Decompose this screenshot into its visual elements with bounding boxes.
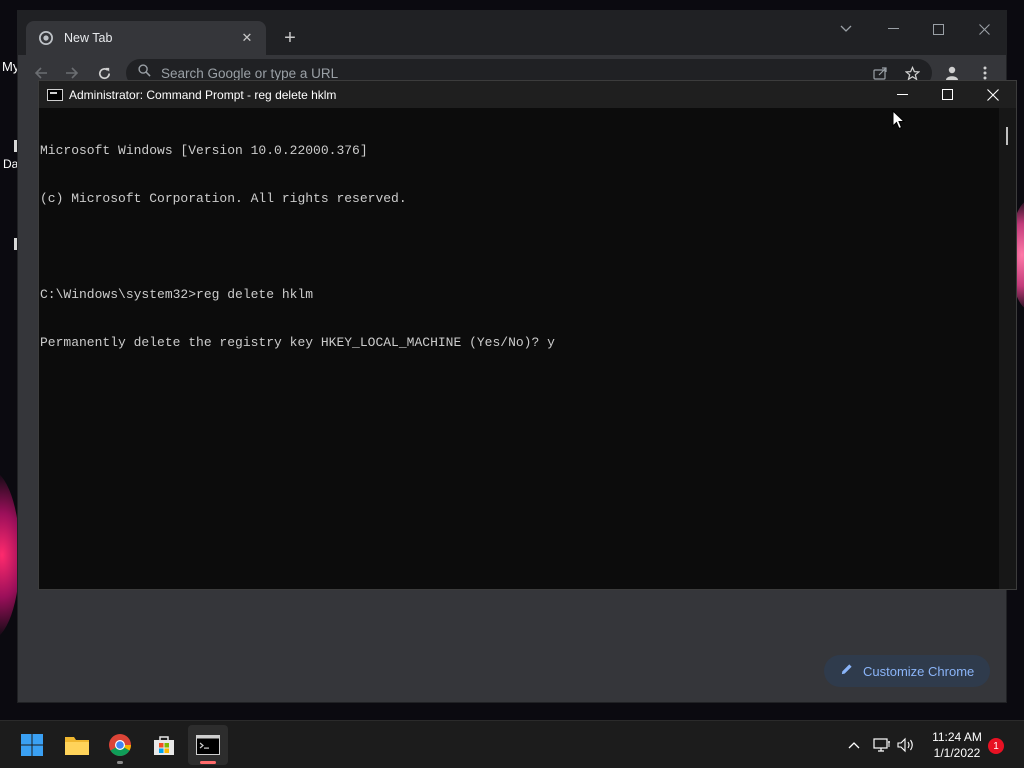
maximize-icon[interactable] bbox=[924, 81, 970, 108]
start-icon bbox=[21, 734, 43, 756]
scrollbar-thumb[interactable] bbox=[1006, 127, 1008, 145]
chevron-up-icon[interactable] bbox=[844, 735, 864, 755]
notification-badge[interactable]: 1 bbox=[988, 738, 1004, 754]
clock-time: 11:24 AM bbox=[932, 730, 982, 744]
terminal-taskbar-button[interactable] bbox=[188, 725, 228, 765]
chrome-taskbar-button[interactable] bbox=[100, 725, 140, 765]
cmd-app-icon bbox=[47, 88, 63, 101]
console-line: C:\Windows\system32>reg delete hklm bbox=[40, 287, 314, 302]
tab-strip: New Tab ✕ + bbox=[18, 11, 1006, 55]
start-button[interactable] bbox=[12, 725, 52, 765]
cmd-window-title: Administrator: Command Prompt - reg dele… bbox=[69, 87, 337, 102]
console-line: Permanently delete the registry key HKEY… bbox=[40, 335, 555, 350]
network-icon[interactable] bbox=[872, 735, 892, 755]
system-clock[interactable]: 11:24 AM 1/1/2022 bbox=[924, 729, 990, 761]
close-icon[interactable] bbox=[970, 81, 1016, 108]
tab-search-icon[interactable] bbox=[833, 18, 859, 40]
file-explorer-button[interactable] bbox=[57, 725, 97, 765]
file-explorer-icon bbox=[65, 737, 89, 755]
tab-new-tab[interactable]: New Tab ✕ bbox=[26, 21, 266, 55]
maximize-icon[interactable] bbox=[925, 18, 951, 40]
pencil-icon bbox=[840, 663, 853, 679]
store-button[interactable] bbox=[144, 725, 184, 765]
close-icon[interactable] bbox=[971, 18, 997, 40]
console-line: Microsoft Windows [Version 10.0.22000.37… bbox=[40, 143, 368, 158]
customize-chrome-button[interactable]: Customize Chrome bbox=[824, 655, 990, 687]
terminal-icon bbox=[196, 735, 220, 755]
console-output[interactable]: Microsoft Windows [Version 10.0.22000.37… bbox=[39, 108, 999, 589]
running-indicator bbox=[117, 761, 123, 764]
store-icon bbox=[154, 736, 174, 755]
cmd-titlebar[interactable]: Administrator: Command Prompt - reg dele… bbox=[39, 81, 1016, 108]
scrollbar[interactable] bbox=[999, 108, 1016, 589]
new-tab-button[interactable]: + bbox=[278, 26, 302, 50]
search-input[interactable] bbox=[161, 65, 861, 81]
console-line: (c) Microsoft Corporation. All rights re… bbox=[40, 191, 407, 206]
taskbar: 11:24 AM 1/1/2022 1 bbox=[0, 720, 1024, 768]
close-tab-icon[interactable]: ✕ bbox=[238, 29, 256, 47]
tab-title: New Tab bbox=[64, 31, 113, 45]
minimize-icon[interactable] bbox=[879, 81, 925, 108]
mouse-cursor-icon bbox=[892, 109, 906, 130]
chrome-icon bbox=[109, 734, 131, 756]
minimize-icon[interactable] bbox=[880, 18, 906, 40]
active-indicator bbox=[200, 761, 216, 764]
chrome-favicon-icon bbox=[38, 30, 54, 46]
command-prompt-window: Administrator: Command Prompt - reg dele… bbox=[38, 80, 1017, 590]
customize-chrome-label: Customize Chrome bbox=[863, 663, 975, 679]
volume-icon[interactable] bbox=[896, 735, 916, 755]
clock-date: 1/1/2022 bbox=[933, 746, 981, 760]
